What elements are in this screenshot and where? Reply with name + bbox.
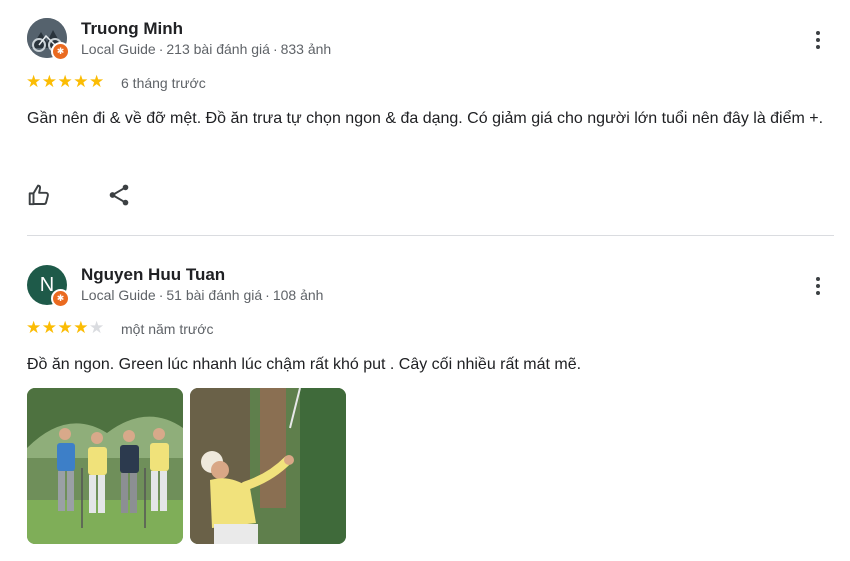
star-icon: ★ bbox=[26, 72, 42, 91]
star-icon: ★ bbox=[89, 72, 105, 91]
meta-separator: · bbox=[158, 41, 164, 57]
reviewer-role: Local Guide bbox=[81, 41, 156, 57]
reviewer-role: Local Guide bbox=[81, 287, 156, 303]
star-icon: ★ bbox=[57, 72, 74, 91]
reviewer-name[interactable]: Truong Minh bbox=[81, 19, 183, 39]
share-icon bbox=[109, 184, 129, 206]
share-button[interactable] bbox=[106, 182, 132, 208]
golfer-swing-photo bbox=[190, 388, 346, 544]
star-icon: ★ bbox=[26, 318, 42, 337]
review-text: Đồ ăn ngon. Green lúc nhanh lúc chậm rất… bbox=[27, 356, 582, 373]
more-vert-icon-dot bbox=[816, 284, 820, 288]
more-vert-icon-dot bbox=[816, 291, 820, 295]
meta-separator: · bbox=[265, 287, 270, 303]
like-button[interactable] bbox=[27, 182, 53, 208]
star-icon: ★ bbox=[41, 318, 58, 337]
star-icon: ★ bbox=[41, 72, 58, 91]
star-icon: ★ bbox=[89, 318, 105, 337]
more-vert-icon-dot bbox=[816, 31, 820, 35]
review-photo[interactable] bbox=[190, 388, 346, 544]
golfers-group-photo bbox=[27, 388, 183, 544]
more-vert-icon-dot bbox=[816, 45, 820, 49]
star-icon: ★ bbox=[73, 72, 89, 91]
meta-separator: · bbox=[272, 41, 278, 57]
local-guide-badge-icon: ✱ bbox=[51, 289, 70, 308]
star-rating: ★★★★★ bbox=[26, 318, 105, 338]
review-time: 6 tháng trước bbox=[121, 75, 206, 91]
more-options-button[interactable] bbox=[805, 273, 831, 299]
review-card: ✱ Truong Minh Local Guide · 213 bài đánh g… bbox=[0, 0, 850, 236]
review-photo[interactable] bbox=[27, 388, 183, 544]
meta-separator: · bbox=[158, 287, 164, 303]
thumb-up-icon bbox=[28, 184, 49, 206]
star-rating: ★★★★★ bbox=[26, 72, 105, 92]
review-text: Gần nên đi & về đỡ mệt. Đồ ăn trưa tự ch… bbox=[27, 110, 824, 127]
review-card: N ✱ Nguyen Huu Tuan Local Guide · 51 bài đ… bbox=[0, 236, 850, 561]
star-icon: ★ bbox=[73, 318, 89, 337]
reviewer-meta: Local Guide · 213 bài đánh giá · 833 ảnh bbox=[81, 41, 331, 57]
more-options-button[interactable] bbox=[805, 27, 831, 53]
reviewer-review-count: 213 bài đánh giá bbox=[166, 41, 270, 57]
reviewer-photo-count: 108 ảnh bbox=[272, 287, 324, 303]
more-vert-icon-dot bbox=[816, 277, 820, 281]
reviewer-name[interactable]: Nguyen Huu Tuan bbox=[81, 265, 225, 285]
more-vert-icon-dot bbox=[816, 38, 820, 42]
reviewer-photo-count: 833 ảnh bbox=[280, 41, 332, 57]
star-icon: ★ bbox=[57, 318, 74, 337]
local-guide-badge-icon: ✱ bbox=[51, 42, 70, 61]
reviewer-review-count: 51 bài đánh giá bbox=[166, 287, 263, 303]
reviewer-meta: Local Guide · 51 bài đánh giá · 108 ảnh bbox=[81, 287, 323, 303]
review-time: một năm trước bbox=[121, 321, 214, 337]
